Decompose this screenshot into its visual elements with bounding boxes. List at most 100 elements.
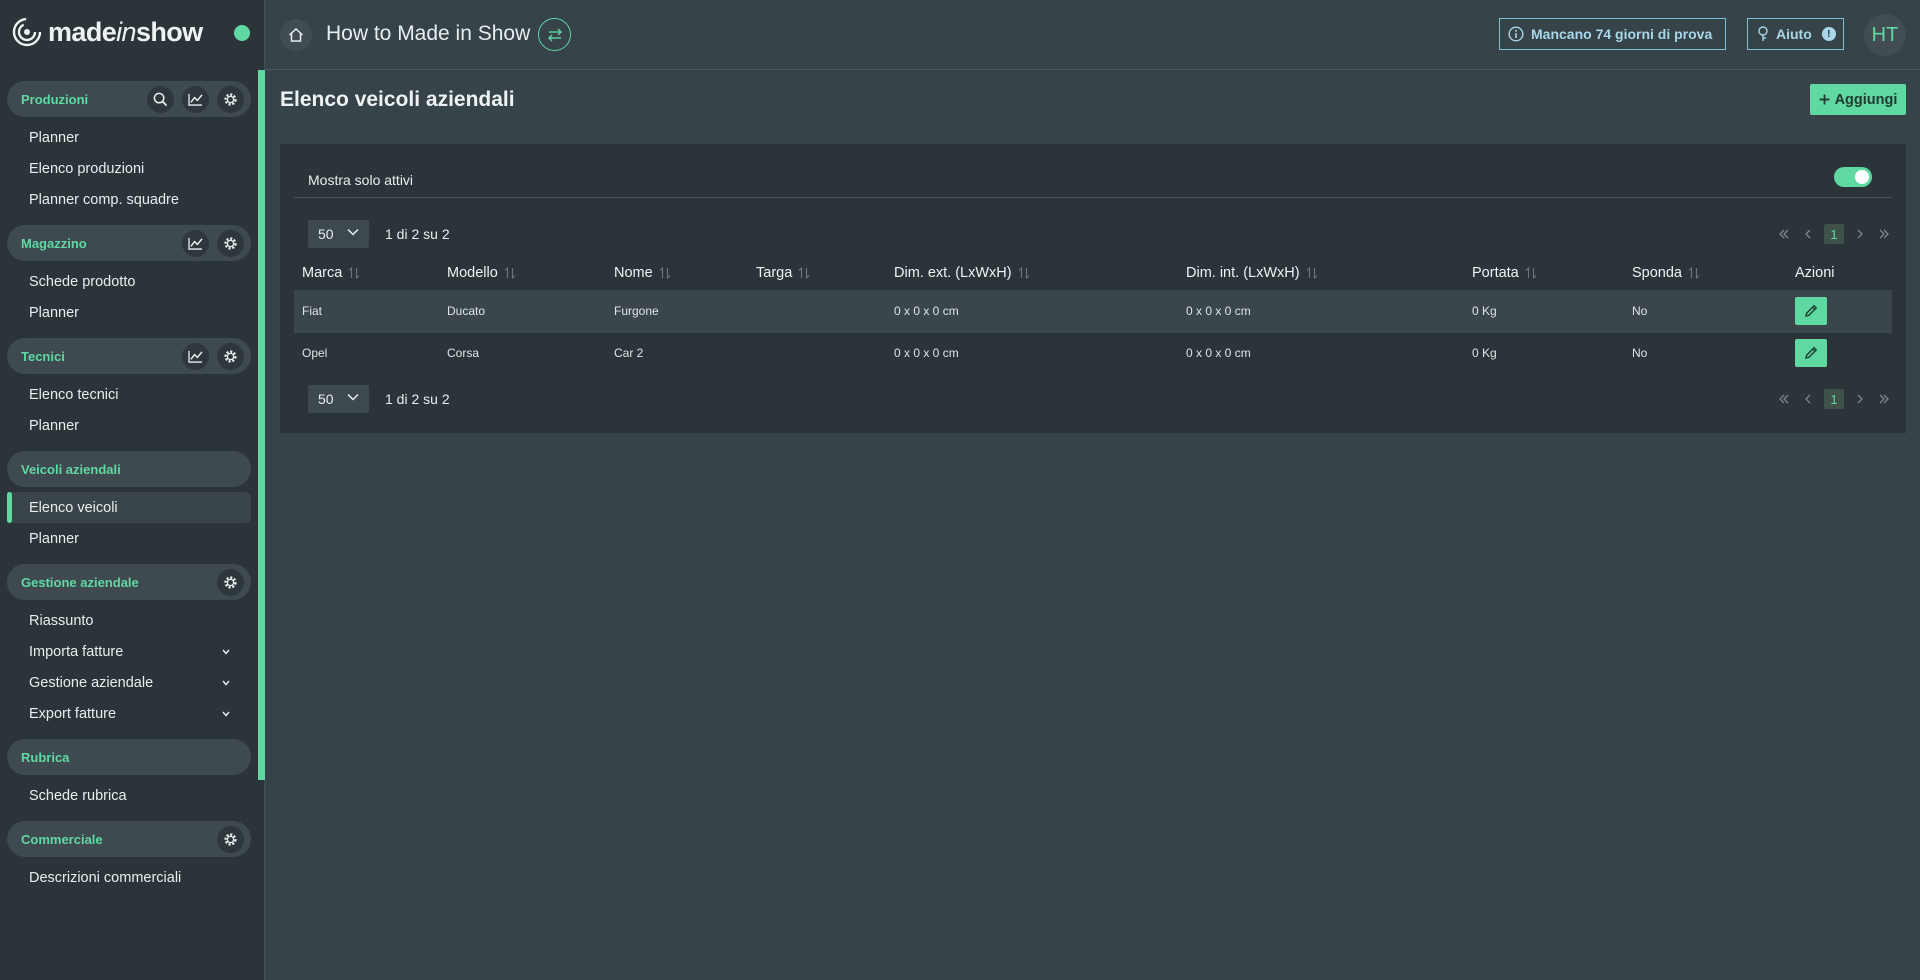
chart-icon[interactable] <box>182 85 209 113</box>
add-button[interactable]: Aggiungi <box>1810 84 1906 115</box>
sidebar-item-elenco-tecnici[interactable]: Elenco tecnici <box>7 379 251 410</box>
cell-marca: Fiat <box>294 289 439 332</box>
column-header[interactable]: Nome <box>606 256 748 290</box>
column-header[interactable]: Dim. ext. (LxWxH) <box>886 256 1178 290</box>
sort-icon <box>504 266 516 279</box>
column-header[interactable]: Marca <box>294 256 439 290</box>
avatar[interactable]: HT <box>1864 14 1906 56</box>
sort-icon <box>1688 266 1700 279</box>
home-button[interactable] <box>280 19 312 51</box>
sidebar-item-schede-rubrica[interactable]: Schede rubrica <box>7 780 251 811</box>
section-title: Commerciale <box>21 831 103 847</box>
chart-icon[interactable] <box>182 229 209 257</box>
first-page-icon[interactable] <box>1776 224 1792 244</box>
sidebar-item-gestione-aziendale[interactable]: Gestione aziendale <box>7 667 251 698</box>
lifebuoy-icon <box>1758 26 1768 41</box>
sort-icon <box>1018 266 1029 279</box>
cell-dim-int: 0 x 0 x 0 cm <box>1178 331 1464 374</box>
sidebar-item-planner[interactable]: Planner <box>7 122 251 153</box>
column-header[interactable]: Modello <box>439 256 606 290</box>
cell-azioni <box>1787 331 1892 374</box>
trial-notice[interactable]: Mancano 74 giorni di prova <box>1499 18 1726 50</box>
sidebar: madeinshow Produzioni Planner Elenco pro… <box>0 0 265 980</box>
last-page-icon[interactable] <box>1876 389 1892 409</box>
sidebar-item-elenco-veicoli[interactable]: Elenco veicoli <box>7 492 251 523</box>
section-header-commerciale[interactable]: Commerciale <box>7 821 251 857</box>
prev-page-icon[interactable] <box>1800 224 1816 244</box>
sidebar-section-tecnici: Tecnici Elenco tecnici Planner <box>7 338 251 441</box>
chevron-down-icon <box>347 228 359 236</box>
cell-dim-int: 0 x 0 x 0 cm <box>1178 289 1464 332</box>
info-icon <box>1508 26 1524 42</box>
sidebar-nav: Produzioni Planner Elenco produzioni Pla… <box>7 81 251 903</box>
gear-icon[interactable] <box>217 568 244 596</box>
search-icon[interactable] <box>147 85 174 113</box>
sidebar-item-label: Planner <box>29 417 79 434</box>
gear-icon[interactable] <box>217 342 244 370</box>
chevron-down-icon <box>222 711 230 717</box>
sidebar-item-planner-comp-squadre[interactable]: Planner comp. squadre <box>7 184 251 215</box>
column-label: Sponda <box>1632 264 1682 281</box>
gear-icon[interactable] <box>217 825 244 853</box>
first-page-icon[interactable] <box>1776 389 1792 409</box>
sidebar-item-planner[interactable]: Planner <box>7 523 251 554</box>
column-header[interactable]: Sponda <box>1624 256 1787 290</box>
next-page-icon[interactable] <box>1852 389 1868 409</box>
section-header-tecnici[interactable]: Tecnici <box>7 338 251 374</box>
chart-icon[interactable] <box>182 342 209 370</box>
help-button[interactable]: Aiuto ! <box>1747 18 1844 50</box>
sidebar-item-elenco-produzioni[interactable]: Elenco produzioni <box>7 153 251 184</box>
edit-button[interactable] <box>1795 339 1827 368</box>
sidebar-item-label: Planner <box>29 530 79 547</box>
cell-nome: Furgone <box>606 289 748 332</box>
next-page-icon[interactable] <box>1852 224 1868 244</box>
sidebar-item-planner[interactable]: Planner <box>7 297 251 328</box>
cell-modello: Corsa <box>439 331 606 374</box>
sidebar-item-planner[interactable]: Planner <box>7 410 251 441</box>
page-title: Elenco veicoli aziendali <box>280 88 515 111</box>
sidebar-item-label: Planner <box>29 129 79 146</box>
gear-icon[interactable] <box>217 229 244 257</box>
table-row[interactable]: Opel Corsa Car 2 0 x 0 x 0 cm 0 x 0 x 0 … <box>294 331 1892 374</box>
sidebar-item-schede-prodotto[interactable]: Schede prodotto <box>7 266 251 297</box>
add-button-label: Aggiungi <box>1834 91 1898 108</box>
sidebar-section-magazzino: Magazzino Schede prodotto Planner <box>7 225 251 328</box>
last-page-icon[interactable] <box>1876 224 1892 244</box>
page-number[interactable]: 1 <box>1824 389 1844 409</box>
sidebar-scrollbar[interactable] <box>258 70 265 780</box>
prev-page-icon[interactable] <box>1800 389 1816 409</box>
section-header-veicoli[interactable]: Veicoli aziendali <box>7 451 251 487</box>
logo[interactable]: madeinshow <box>12 14 203 50</box>
sidebar-item-descrizioni-commerciali[interactable]: Descrizioni commerciali <box>7 862 251 893</box>
section-header-magazzino[interactable]: Magazzino <box>7 225 251 261</box>
gear-icon[interactable] <box>217 85 244 113</box>
sidebar-item-label: Elenco tecnici <box>29 386 119 403</box>
sidebar-item-label: Elenco veicoli <box>29 499 118 516</box>
sidebar-section-produzioni: Produzioni Planner Elenco produzioni Pla… <box>7 81 251 215</box>
per-page-select[interactable]: 50 <box>308 220 369 248</box>
sort-icon <box>659 266 671 279</box>
table-row[interactable]: Fiat Ducato Furgone 0 x 0 x 0 cm 0 x 0 x… <box>294 289 1892 332</box>
sidebar-section-gestione: Gestione aziendale Riassunto Importa fat… <box>7 564 251 729</box>
edit-button[interactable] <box>1795 297 1827 325</box>
section-header-produzioni[interactable]: Produzioni <box>7 81 251 117</box>
active-only-toggle[interactable] <box>1834 167 1872 187</box>
column-header[interactable]: Portata <box>1464 256 1624 290</box>
sidebar-item-export-fatture[interactable]: Export fatture <box>7 698 251 729</box>
section-header-rubrica[interactable]: Rubrica <box>7 739 251 775</box>
sidebar-item-riassunto[interactable]: Riassunto <box>7 605 251 636</box>
switch-workspace-button[interactable] <box>538 18 571 51</box>
filter-label: Mostra solo attivi <box>308 172 414 188</box>
sort-icon <box>1525 266 1537 279</box>
home-icon <box>288 27 304 42</box>
sidebar-item-label: Elenco produzioni <box>29 160 145 177</box>
column-header[interactable]: Targa <box>748 256 886 290</box>
sidebar-section-veicoli: Veicoli aziendali Elenco veicoli Planner <box>7 451 251 554</box>
per-page-select[interactable]: 50 <box>308 385 369 413</box>
page-number[interactable]: 1 <box>1824 224 1844 244</box>
sidebar-item-importa-fatture[interactable]: Importa fatture <box>7 636 251 667</box>
section-header-gestione[interactable]: Gestione aziendale <box>7 564 251 600</box>
cell-dim-ext: 0 x 0 x 0 cm <box>886 289 1178 332</box>
logo-text: madeinshow <box>48 16 203 47</box>
column-header[interactable]: Dim. int. (LxWxH) <box>1178 256 1464 290</box>
